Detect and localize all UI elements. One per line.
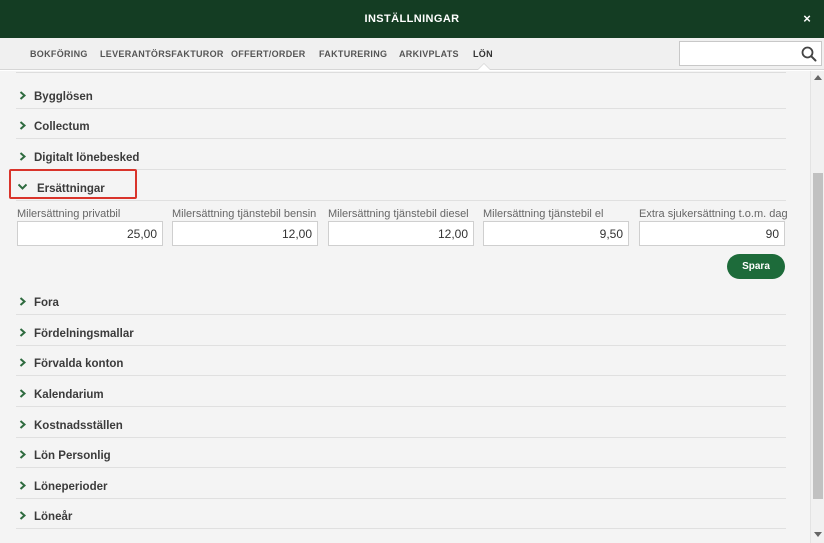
chevron-right-icon [19,297,27,306]
section-label: Löneperioder [34,481,108,493]
search-box [679,41,822,66]
section-lon-personlig[interactable]: Lön Personlig [16,438,786,468]
milersattning-el-field[interactable] [483,221,629,246]
section-label: Kostnadsställen [34,420,123,432]
active-tab-indicator-fill [478,64,490,70]
extra-sjukersattning-field[interactable] [639,221,785,246]
field-label-milersattning-el: Milersättning tjänstebil el [483,208,604,220]
milersattning-diesel-field[interactable] [328,221,474,246]
scrollbar-thumb[interactable] [813,173,823,499]
section-label: Collectum [34,121,90,133]
section-collectum[interactable]: Collectum [16,109,786,139]
tab-lon[interactable]: LÖN [473,49,493,59]
chevron-right-icon [19,91,27,100]
section-label: Fördelningsmallar [34,328,134,340]
tab-arkivplats[interactable]: ARKIVPLATS [399,49,459,59]
chevron-right-icon [19,420,27,429]
milersattning-privatbil-field[interactable] [17,221,163,246]
chevron-right-icon [19,389,27,398]
section-digitalt-lonebesked[interactable]: Digitalt lönebesked [16,140,786,170]
chevron-right-icon [19,121,27,130]
field-label-milersattning-diesel: Milersättning tjänstebil diesel [328,208,469,220]
chevron-right-icon [19,450,27,459]
section-bygglosen[interactable]: Bygglösen [16,79,786,109]
section-label: Fora [34,297,59,309]
field-label-extra-sjukersattning: Extra sjukersättning t.o.m. dag [639,208,788,220]
chevron-right-icon [19,511,27,520]
chevron-right-icon [19,358,27,367]
window-titlebar: INSTÄLLNINGAR × [0,0,824,38]
section-label: Lön Personlig [34,450,111,462]
save-button[interactable]: Spara [727,254,785,279]
window-title: INSTÄLLNINGAR [364,13,460,25]
field-label-milersattning-privatbil: Milersättning privatbil [17,208,121,220]
field-label-milersattning-bensin: Milersättning tjänstebil bensin [172,208,317,220]
section-kalendarium[interactable]: Kalendarium [16,377,786,407]
section-forvalda-konton[interactable]: Förvalda konton [16,346,786,376]
divider [16,72,786,73]
section-label: Digitalt lönebesked [34,152,140,164]
vertical-scrollbar[interactable] [810,71,824,543]
search-icon[interactable] [800,45,818,63]
section-label: Löneår [34,511,73,523]
highlight-box [9,169,137,199]
close-icon[interactable]: × [800,12,814,26]
chevron-right-icon [19,152,27,161]
milersattning-bensin-field[interactable] [172,221,318,246]
section-loneperioder[interactable]: Löneperioder [16,469,786,499]
section-kostnadsstallen[interactable]: Kostnadsställen [16,408,786,438]
section-label: Bygglösen [34,91,93,103]
section-lonear[interactable]: Löneår [16,499,786,529]
tab-bokforing[interactable]: BOKFÖRING [30,49,88,59]
section-label: Kalendarium [34,389,104,401]
scroll-up-icon[interactable] [814,75,822,80]
chevron-right-icon [19,481,27,490]
search-input[interactable] [684,44,796,63]
tab-leverantorsfakturor[interactable]: LEVERANTÖRSFAKTUROR [100,49,224,59]
tab-fakturering[interactable]: FAKTURERING [319,49,387,59]
tab-offert-order[interactable]: OFFERT/ORDER [231,49,306,59]
scroll-down-icon[interactable] [814,532,822,537]
section-label: Förvalda konton [34,358,124,370]
section-fora[interactable]: Fora [16,285,786,315]
settings-content: Bygglösen Collectum Digitalt lönebesked … [0,71,810,543]
chevron-right-icon [19,328,27,337]
section-fordelningsmallar[interactable]: Fördelningsmallar [16,316,786,346]
